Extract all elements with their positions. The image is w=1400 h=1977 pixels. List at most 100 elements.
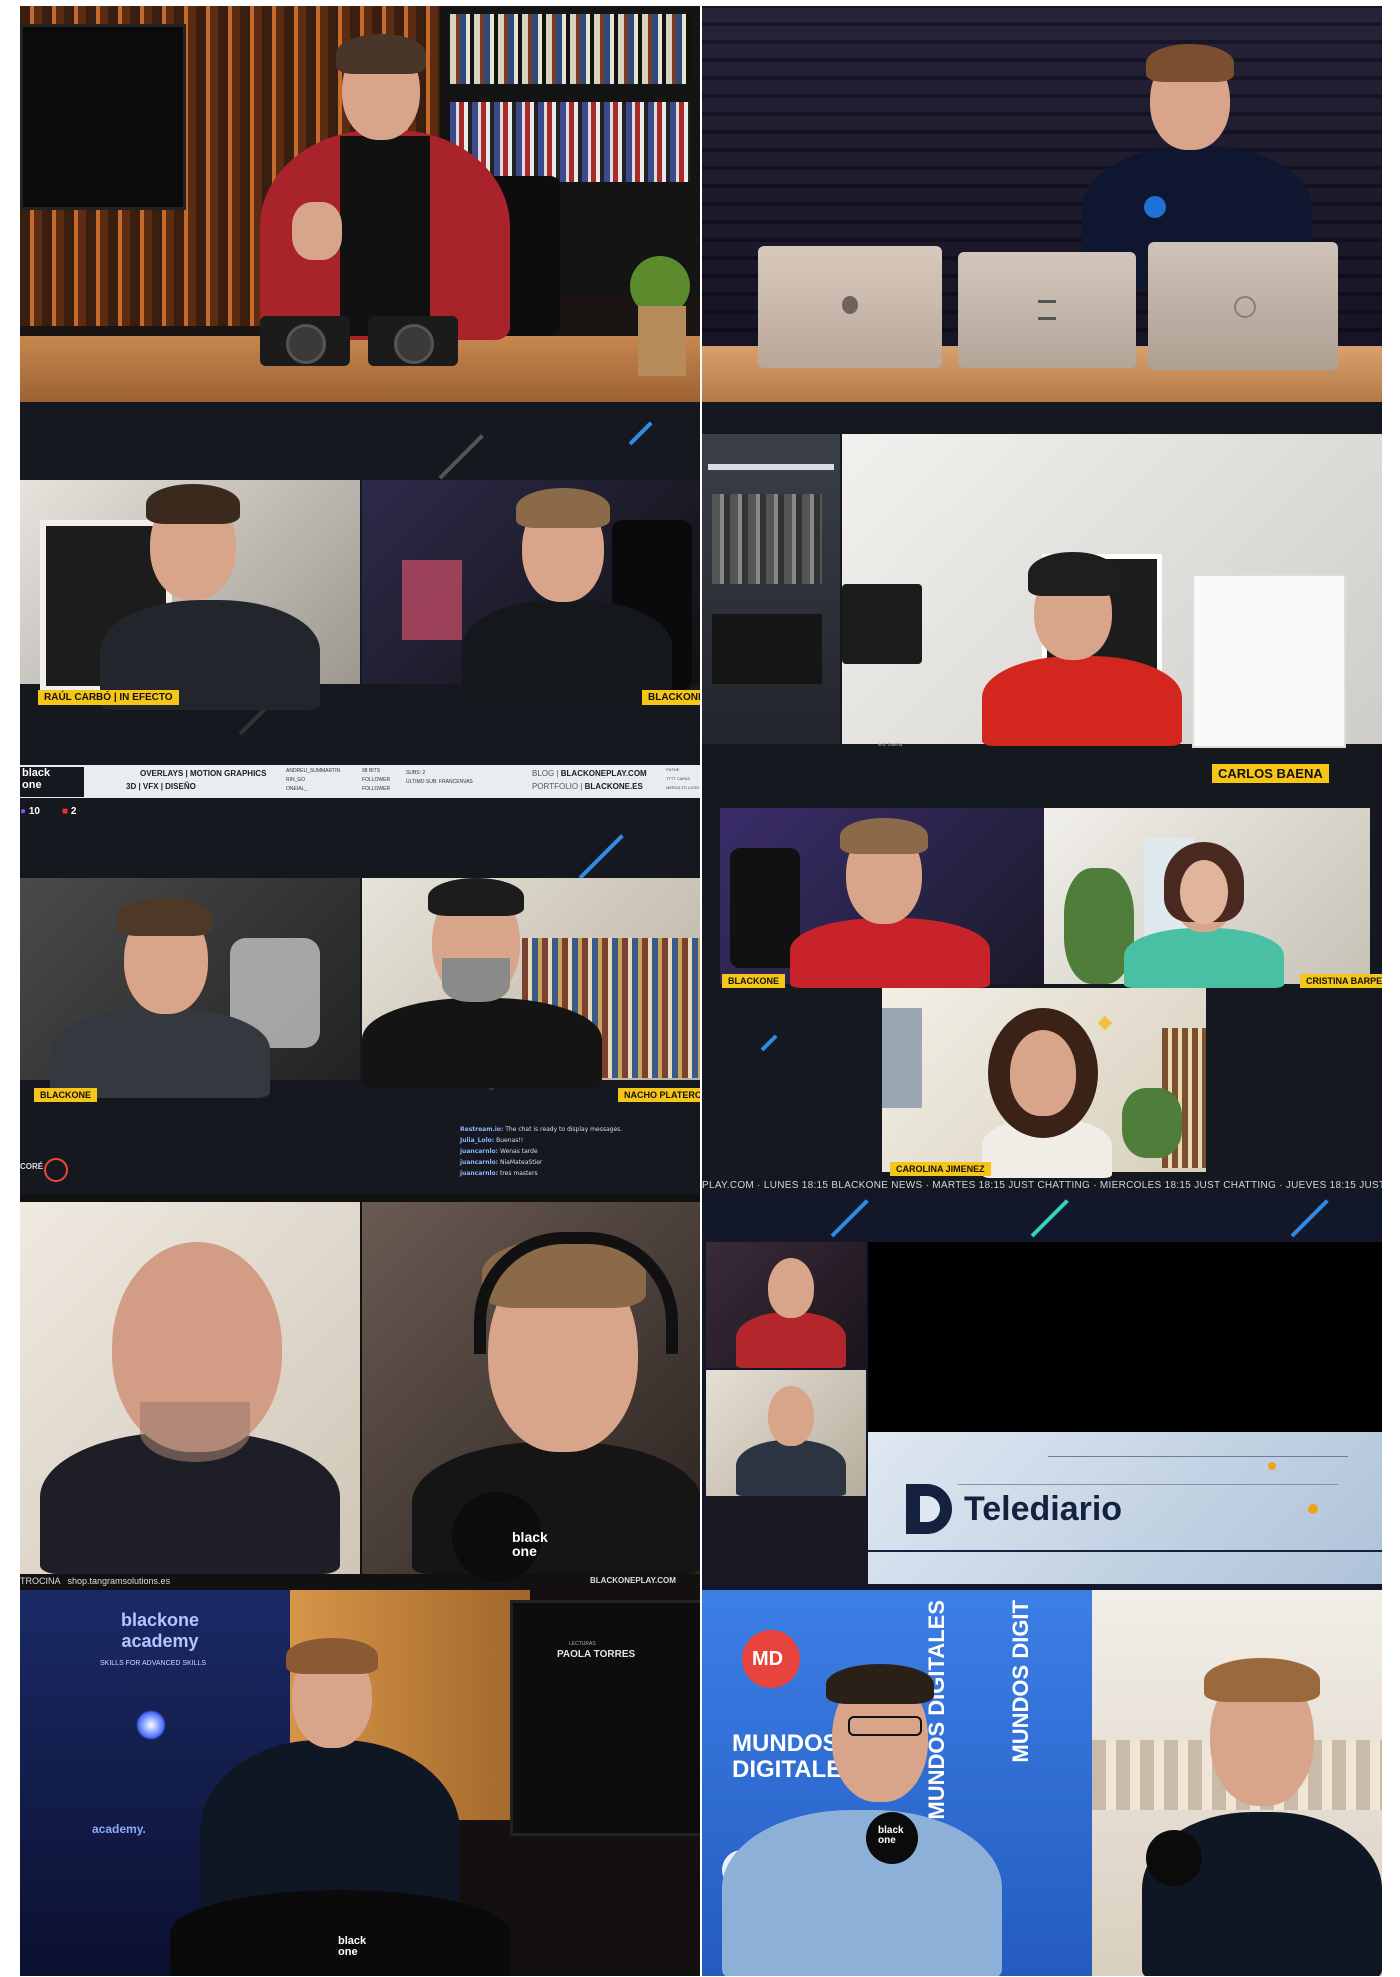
stat-1: 98 BITS: [362, 768, 381, 774]
video-tile-carlos-baena: Eric Baena CARLOS BAENA: [702, 402, 1382, 798]
edge-text-2: TTTT CAPAS: [666, 776, 691, 781]
youtube-counter: ■ 2: [62, 806, 77, 817]
host-video-right: black one: [362, 1202, 700, 1582]
hp-badge-icon: [1144, 196, 1166, 218]
guest-video-left: [20, 1202, 360, 1574]
chat-user: juancarnlo:: [460, 1170, 499, 1177]
blackone-tag: BLACKONE: [34, 1088, 97, 1102]
subs-count: SUBS: 2: [406, 770, 426, 776]
social-2: RIN_GO: [286, 777, 306, 783]
guest-video-cristina: [1044, 808, 1370, 988]
laptop-apple: [758, 246, 942, 368]
video-tile-headphones: black one TROCINA shop.tangramsolutions.…: [20, 1194, 700, 1590]
services-line-1: OVERLAYS | MOTION GRAPHICS: [140, 769, 267, 778]
telediario-wordmark: Telediario: [964, 1490, 1123, 1528]
blog-label: BLOG |: [532, 769, 559, 778]
shop-url: TROCINA shop.tangramsolutions.es: [20, 1576, 171, 1586]
chat-user: juancarnlo:: [460, 1148, 499, 1155]
edge-text-1: FNTHE: [666, 767, 680, 772]
chat-message: tres masters: [499, 1170, 538, 1177]
portfolio-label: PORTFOLIO |: [532, 782, 583, 791]
last-sub: ÚLTIMO SUB: FRANCENVAS: [406, 779, 473, 785]
laptop-hp: [1148, 242, 1338, 370]
social-1: ANDREU_SUMMARTIN: [286, 768, 341, 774]
glasses: [848, 1716, 922, 1736]
black-area: [868, 1242, 1382, 1432]
video-tile-academy: blackone academy SKILLS FOR ADVANCED SKI…: [20, 1590, 700, 1976]
video-tile-stream-raul: RAÚL CARBÓ | IN EFECTO BLACKONE black on…: [20, 402, 700, 798]
wardrobe: [1192, 574, 1346, 748]
edge-text-3: MERCA TO LOGO: [666, 785, 700, 790]
side-video-3: [706, 1498, 866, 1584]
video-tile-mundos-digitales: MD MUNDOS DIGITALES MUNDOS DIGITALES MUN…: [702, 1590, 1382, 1976]
host-video-left: [20, 878, 360, 1098]
side-video-2: [706, 1370, 866, 1496]
chat-message: NiaMateaStier: [499, 1159, 543, 1166]
twitch-counter: ● 10: [20, 806, 40, 817]
beanbag: [170, 1890, 510, 1976]
chat-line: juancarnlo: NiaMateaStier: [460, 1157, 690, 1168]
tv-screen: LECTURAS PAOLA TORRES: [510, 1600, 700, 1836]
site-url: BLACKONEPLAY.COM: [590, 1576, 676, 1585]
blog-line: BLOG | BLACKONEPLAY.COM: [532, 769, 647, 778]
portfolio-line: PORTFOLIO | BLACKONE.ES: [532, 782, 643, 791]
banner-title: blackone academy: [120, 1610, 200, 1651]
host-video-blackone: [720, 808, 1044, 988]
video-tile-laptop-review: [702, 6, 1382, 402]
banner-subtitle: SKILLS FOR ADVANCED SKILLS: [100, 1660, 207, 1667]
video-tile-nacho-platero: ● 10 ■ 2 BLACKONE NACHO PLATERO Restream…: [20, 798, 700, 1194]
raised-hand: [292, 202, 342, 260]
portfolio-value: BLACKONE.ES: [584, 782, 643, 791]
blackone-tag: BLACKONE: [722, 974, 785, 988]
stat-2: FOLLOWER: [362, 777, 391, 783]
chat-panel: Restream.io: The chat is ready to displa…: [460, 1124, 690, 1192]
vertical-text-1: MUNDOS DIGITALES: [924, 1600, 949, 1820]
telediario-card: Telediario: [868, 1432, 1382, 1584]
guest-name-tag: RAÚL CARBÓ | IN EFECTO: [38, 690, 179, 705]
video-tile-three-guests: BLACKONE CRISTINA BARPER CAROLINA JIMENE…: [702, 798, 1382, 1194]
camera-left: [260, 316, 350, 366]
host-video-blackone: [362, 480, 700, 700]
guest-video-right: [362, 878, 700, 1088]
chat-line: Restream.io: The chat is ready to displa…: [460, 1124, 690, 1135]
guest-video-carolina: [882, 988, 1206, 1178]
chat-line: juancarnlo: tres masters: [460, 1168, 690, 1179]
twitch-count: 10: [28, 806, 40, 817]
tv-name: PAOLA TORRES: [557, 1649, 636, 1660]
mic-brand: black one: [512, 1529, 548, 1559]
nacho-tag: NACHO PLATERO: [618, 1088, 700, 1102]
blog-value: BLACKONEPLAY.COM: [560, 769, 647, 778]
chat-message: Wenas tarde: [499, 1148, 538, 1155]
mic-brand-left: black one: [878, 1825, 904, 1846]
laptop-z: [958, 252, 1136, 368]
main-video: [842, 434, 1382, 748]
side-video-1: [706, 1242, 866, 1368]
services-line-2: 3D | VFX | DISEÑO: [126, 782, 196, 791]
side-video-label: Eric Baena: [878, 742, 903, 748]
tv-subtitle: LECTURAS: [569, 1641, 596, 1647]
chat-line: Julia_Lolo: Buenas!!: [460, 1135, 690, 1146]
social-3: ONEIAL_: [286, 786, 308, 792]
stat-3: FOLLOWER: [362, 786, 391, 792]
monitor: [20, 24, 186, 210]
carolina-tag: CAROLINA JIMENEZ: [890, 1162, 991, 1176]
youtube-count: 2: [70, 806, 77, 817]
wooden-table: [20, 336, 700, 402]
chat-user: Julia_Lolo:: [460, 1137, 495, 1144]
chat-message: Buenas!!: [496, 1137, 524, 1144]
side-video: [702, 434, 840, 744]
chat-line: juancarnlo: Wenas tarde: [460, 1146, 690, 1157]
chat-user: Restream.io:: [460, 1126, 504, 1133]
mundos-line-1: MUNDOS: [732, 1730, 839, 1757]
host-name-tag: BLACKONE: [642, 690, 700, 705]
guest-video-raul: [20, 480, 360, 710]
microphone-right: [1146, 1830, 1202, 1886]
camera-right: [368, 316, 458, 366]
interviewee-torso: [722, 1810, 1002, 1976]
sponsor-ring-icon: [44, 1158, 68, 1182]
video-tile-camera-review: [20, 6, 700, 402]
sponsor-logo: CORÉ: [20, 1162, 44, 1171]
chat-user: juancarnlo:: [460, 1159, 499, 1166]
schedule-ticker: PLAY.COM · LUNES 18:15 BLACKONE NEWS · M…: [702, 1180, 1382, 1191]
apple-logo-icon: [842, 296, 858, 314]
